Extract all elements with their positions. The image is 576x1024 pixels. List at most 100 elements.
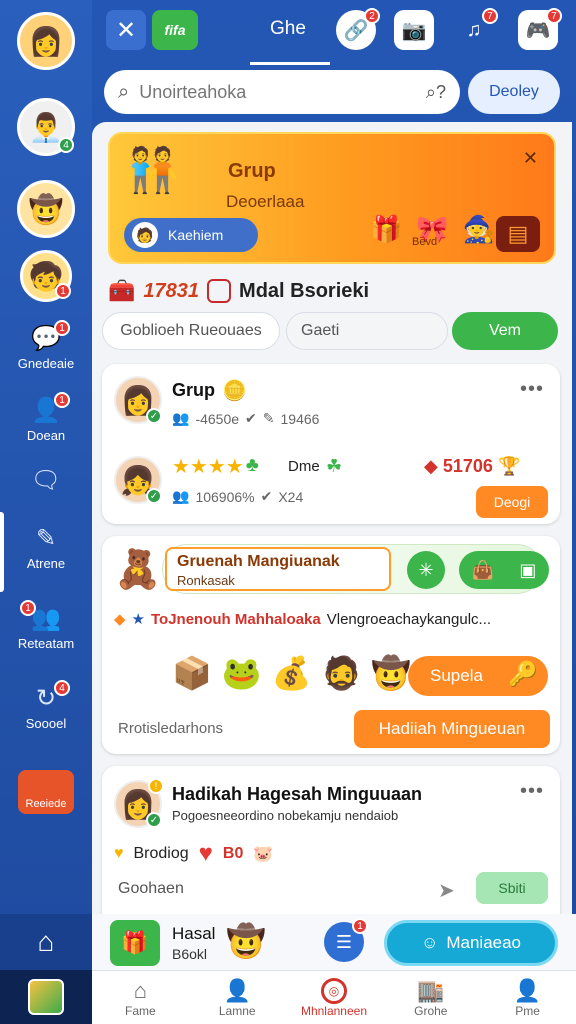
- gift-box-button[interactable]: 👜 ▣: [459, 551, 549, 589]
- search-bar: ⌕ ⌕?: [104, 70, 460, 114]
- card-meta-2: 👥 106906% ✔ X24: [172, 488, 304, 505]
- weekly-reward-button[interactable]: Hadiiah Mingueuan: [354, 710, 550, 748]
- promo-banner[interactable]: 🧑‍🤝‍🧑 Grup Deoerlaaa ✕ 🧑 Kaehiem 🎁 🎀 🧙 B…: [108, 132, 556, 264]
- star-icon: ★: [131, 611, 145, 628]
- action-subtitle: B6okl: [172, 946, 208, 962]
- card-meta: 👥 -4650e ✔ ✎ 19466: [172, 410, 320, 427]
- crate-icon: 📦: [172, 655, 212, 691]
- weekly-card[interactable]: 👩 ✓! Hadikah Hagesah Minguuaan Pogoesneeo…: [102, 766, 560, 922]
- target-icon: ◎: [320, 977, 347, 1004]
- card-subtitle: Pogoesneeordino nobekamju nendaiob: [172, 808, 399, 823]
- topbar: ✕ fifa Ghe 🔗 2 📷 ♫ 7 🎮 7: [92, 0, 576, 65]
- group-card[interactable]: 👩 ✓ Grup 🪙 ••• 👥 -4650e ✔ ✎ 19466 👧 ✓ ★★★★…: [102, 364, 560, 524]
- sidebar-item-social[interactable]: ↻ 4 Soooel: [0, 680, 92, 731]
- box-icon: ▣: [519, 559, 537, 580]
- music-icon: ♫: [466, 18, 482, 41]
- clover-icon: ☘: [326, 456, 343, 476]
- character-icon[interactable]: 🧙: [463, 214, 495, 245]
- star-button[interactable]: ✳: [407, 551, 445, 589]
- sidebar-item-chat[interactable]: 💬 1 Gnedeaie: [0, 320, 92, 371]
- game-thumbnail[interactable]: [0, 970, 92, 1024]
- app-root: 👩 👨‍💼 4 🤠 🧒 1 💬1 Gnedeaie 👤1 Doean 🗨: [0, 0, 576, 1024]
- character-icon: 🤠: [371, 655, 412, 691]
- super-button[interactable]: Supela 🔑: [408, 656, 548, 696]
- nav-item-profile[interactable]: 👤 Pme: [479, 971, 576, 1024]
- link-icon: 🔗: [343, 19, 369, 42]
- event-card[interactable]: 🧸 Gruenah Mangiuanak Ronkasak ✳ 👜 ▣ ◆ ★ T…: [102, 536, 560, 754]
- game-button[interactable]: 🎮 7: [518, 8, 562, 50]
- sidebar-avatar-4[interactable]: 🧒 1: [0, 250, 92, 302]
- score-value: ◆ 51706 🏆: [424, 456, 521, 476]
- nav-item-home[interactable]: ⌂ Fame: [92, 971, 189, 1024]
- sidebar-avatar-2[interactable]: 👨‍💼 4: [0, 98, 92, 156]
- filter-chip-1[interactable]: Goblioeh Rueouaes: [102, 312, 280, 350]
- sidebar-item-reward[interactable]: Reeiede: [0, 770, 92, 814]
- more-options-icon[interactable]: •••: [520, 378, 544, 401]
- main-action-button[interactable]: ☺ Maniaeao: [384, 920, 558, 966]
- card-footer: Goohaen: [118, 880, 184, 897]
- gift-icon: 🎁: [121, 930, 149, 955]
- promo-pill-button[interactable]: 🧑 Kaehiem: [124, 218, 258, 252]
- refresh-icon: ↻ 4: [30, 680, 70, 712]
- promo-pill-label: Kaehiem: [168, 227, 224, 243]
- sidebar-item-label: Doean: [26, 428, 66, 443]
- avatar: 👧 ✓: [114, 456, 162, 504]
- close-button[interactable]: ✕: [106, 10, 146, 50]
- filter-chip-2[interactable]: Gaeti: [286, 312, 448, 350]
- leaf-icon: ♣: [245, 454, 259, 476]
- music-button[interactable]: ♫ 7: [454, 8, 498, 50]
- sidebar-avatar-3[interactable]: 🤠: [0, 180, 92, 238]
- share-icon[interactable]: ➤: [438, 878, 455, 903]
- character-icon: 🧔: [321, 655, 362, 691]
- card-action-button[interactable]: Deogi: [476, 486, 548, 518]
- gift-button[interactable]: 🎁: [110, 920, 160, 966]
- app-logo[interactable]: fifa: [152, 10, 198, 50]
- pig-icon: 🐷: [253, 846, 274, 863]
- sidebar-item-label: Gnedeaie: [17, 356, 75, 371]
- sidebar-item-person[interactable]: 👤 1 Doean: [0, 392, 92, 443]
- gift-icon[interactable]: 🎁: [370, 214, 402, 245]
- trophy-icon: 🏆: [497, 456, 521, 476]
- sidebar-avatar-1[interactable]: 👩: [0, 12, 92, 70]
- promo-title: Grup: [228, 160, 276, 182]
- search-input[interactable]: [139, 81, 426, 103]
- menu-icon: ☰: [335, 931, 353, 952]
- key-icon: 🔑: [508, 661, 538, 688]
- event-banner[interactable]: Gruenah Mangiuanak Ronkasak ✳ 👜 ▣: [162, 544, 549, 594]
- close-icon[interactable]: ✕: [523, 148, 538, 169]
- home-icon[interactable]: ⌂: [0, 914, 92, 970]
- calendar-icon[interactable]: ▤: [496, 216, 540, 252]
- avatar: 🧑: [132, 222, 158, 248]
- link-button[interactable]: 🔗 2: [336, 8, 380, 50]
- sidebar-item-team[interactable]: 👥 1 Reteatam: [0, 600, 92, 651]
- group-icon: 👥: [172, 410, 190, 426]
- status-badge: 1: [55, 283, 71, 299]
- action-title: Hasal: [172, 924, 216, 943]
- avatar: 🤠: [17, 180, 75, 238]
- card-action-button[interactable]: Sbiti: [476, 872, 548, 904]
- nav-item-person[interactable]: 👤 Lamne: [189, 971, 286, 1024]
- menu-button[interactable]: ☰ 1: [324, 918, 368, 962]
- voice-search-icon[interactable]: ⌕?: [426, 82, 446, 103]
- event-banner-title: Gruenah Mangiuanak: [177, 553, 340, 570]
- tab-underline: [250, 62, 330, 65]
- search-icon: ⌕: [118, 80, 130, 103]
- sidebar-item-message[interactable]: 🗨: [0, 466, 92, 494]
- page-title: Ghe: [270, 18, 306, 39]
- nav-item-active[interactable]: ◎ Mhnlanneen: [286, 971, 383, 1024]
- check-icon: ✔: [245, 410, 257, 426]
- camera-button[interactable]: 📷: [394, 10, 434, 50]
- star-icon: ✳: [418, 559, 434, 580]
- card-title: Grup: [172, 380, 215, 400]
- main-content: 🧑‍🤝‍🧑 Grup Deoerlaaa ✕ 🧑 Kaehiem 🎁 🎀 🧙 B…: [92, 122, 572, 922]
- more-options-icon[interactable]: •••: [520, 780, 544, 803]
- medal-icon: [207, 279, 232, 303]
- filter-chip-active[interactable]: Vem: [452, 312, 558, 350]
- event-description: ◆ ★ ToJnenouh Mahhaloaka Vlengroeachayka…: [114, 610, 492, 629]
- heart-outline-icon: ♥: [114, 845, 124, 862]
- display-button[interactable]: Deoley: [468, 70, 560, 114]
- avatar: 👩 ✓: [114, 376, 162, 424]
- nav-item-shop[interactable]: 🏬 Grohe: [382, 971, 479, 1024]
- sidebar-item-edit[interactable]: ✎ Atrene: [0, 524, 92, 572]
- chat-icon: 💬 1: [30, 320, 70, 352]
